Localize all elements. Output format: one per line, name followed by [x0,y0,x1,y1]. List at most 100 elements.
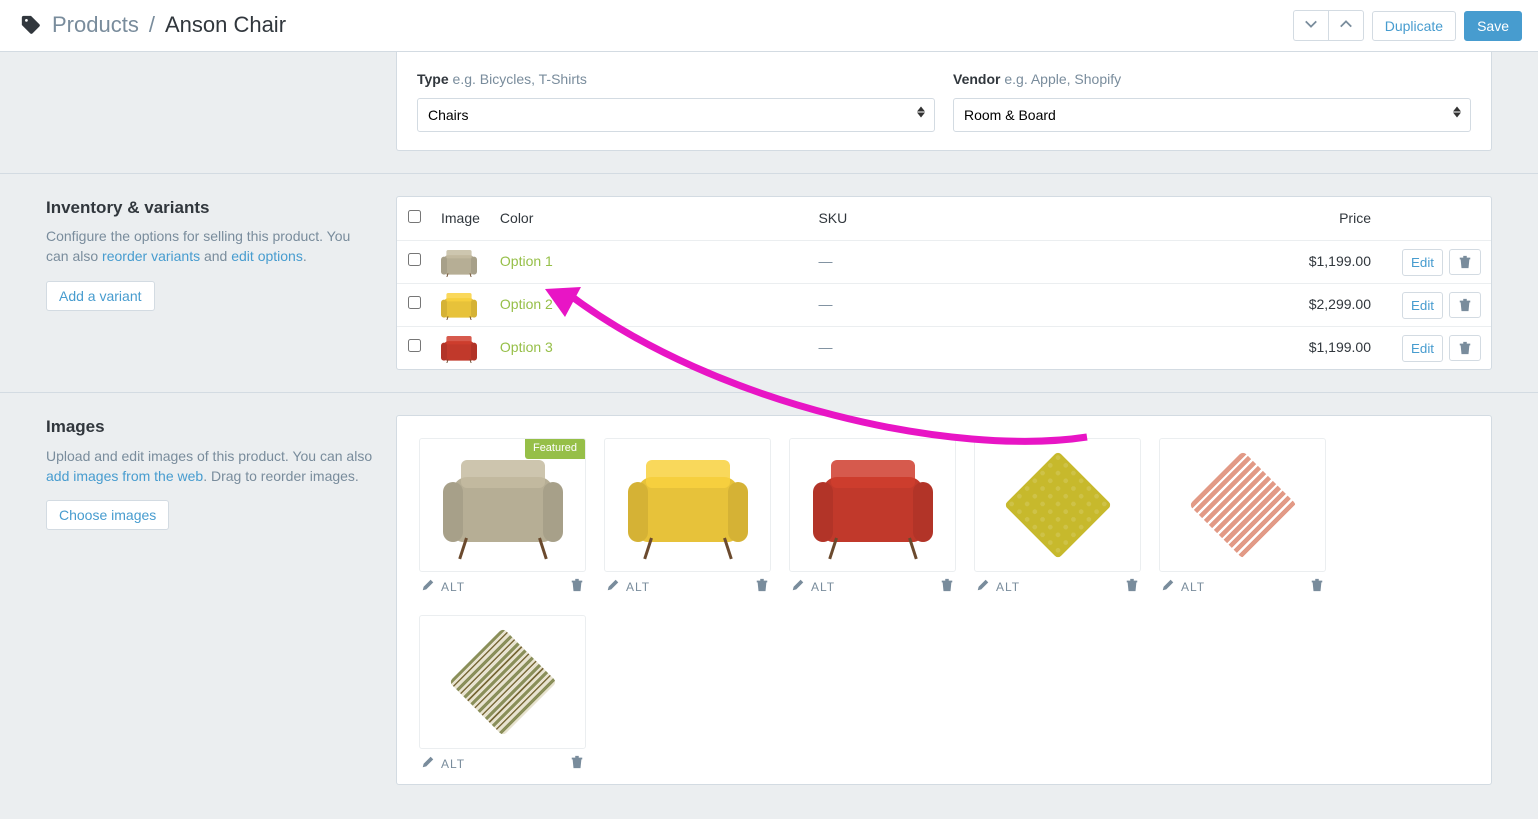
header-actions: Duplicate Save [1293,10,1522,41]
prev-next-nav [1293,10,1364,41]
reorder-variants-link[interactable]: reorder variants [102,248,200,264]
image-footer: ALT [419,749,586,774]
trash-icon [1310,578,1324,592]
select-all-checkbox[interactable] [408,210,421,223]
edit-alt-button[interactable] [421,755,435,774]
trash-icon [1458,298,1472,312]
alt-label[interactable]: ALT [441,756,465,773]
alt-label[interactable]: ALT [1181,579,1205,596]
add-images-web-link[interactable]: add images from the web [46,468,203,484]
edit-variant-button[interactable]: Edit [1402,249,1443,276]
product-image[interactable] [604,438,771,572]
image-footer: ALT [604,572,771,597]
variant-checkbox[interactable] [408,339,421,352]
product-image-card[interactable]: Featured ALT [419,438,586,597]
product-image[interactable] [419,615,586,749]
variant-row: Option 1 — $1,199.00 Edit [397,241,1491,284]
trash-icon [570,578,584,592]
trash-icon [940,578,954,592]
page-title: Anson Chair [165,10,286,41]
delete-image-button[interactable] [570,578,584,597]
variants-description: Configure the options for selling this p… [46,227,376,266]
vendor-select-wrap: Room & Board [953,98,1471,132]
edit-variant-button[interactable]: Edit [1402,292,1443,319]
delete-image-button[interactable] [1125,578,1139,597]
col-option: Color [490,197,809,241]
delete-image-button[interactable] [1310,578,1324,597]
col-image: Image [431,197,490,241]
variant-price: $2,299.00 [1022,284,1381,327]
variant-price: $1,199.00 [1022,241,1381,284]
trash-icon [1458,341,1472,355]
product-image[interactable] [789,438,956,572]
next-product-button[interactable] [1293,10,1328,41]
product-image-card[interactable]: ALT [789,438,956,597]
add-variant-button[interactable]: Add a variant [46,281,155,311]
delete-image-button[interactable] [570,755,584,774]
product-image-card[interactable]: ALT [604,438,771,597]
delete-image-button[interactable] [940,578,954,597]
variant-thumbnail[interactable] [441,333,477,363]
trash-icon [570,755,584,769]
edit-options-link[interactable]: edit options [231,248,303,264]
col-sku: SKU [808,197,1021,241]
variant-checkbox[interactable] [408,253,421,266]
images-heading: Images [46,415,376,439]
product-image-card[interactable]: ALT [1159,438,1326,597]
variant-row: Option 3 — $1,199.00 Edit [397,327,1491,370]
variant-sku: — [818,296,832,312]
type-select[interactable]: Chairs [417,98,935,132]
variant-checkbox[interactable] [408,296,421,309]
prev-product-button[interactable] [1328,10,1364,41]
variant-row: Option 2 — $2,299.00 Edit [397,284,1491,327]
edit-alt-button[interactable] [1161,578,1175,597]
image-footer: ALT [789,572,956,597]
chevron-down-icon [1304,17,1318,31]
variant-option-link[interactable]: Option 1 [500,253,553,269]
product-image[interactable] [1159,438,1326,572]
image-footer: ALT [419,572,586,597]
choose-images-button[interactable]: Choose images [46,500,169,530]
product-image-card[interactable]: ALT [974,438,1141,597]
alt-label[interactable]: ALT [626,579,650,596]
image-footer: ALT [974,572,1141,597]
delete-variant-button[interactable] [1449,292,1481,318]
variant-option-link[interactable]: Option 2 [500,296,553,312]
alt-label[interactable]: ALT [811,579,835,596]
pencil-icon [421,578,435,592]
col-price: Price [1022,197,1381,241]
edit-alt-button[interactable] [421,578,435,597]
alt-label[interactable]: ALT [996,579,1020,596]
pencil-icon [791,578,805,592]
product-image[interactable] [974,438,1141,572]
breadcrumb-separator: / [149,10,155,41]
edit-variant-button[interactable]: Edit [1402,335,1443,362]
duplicate-button[interactable]: Duplicate [1372,11,1456,41]
image-footer: ALT [1159,572,1326,597]
variants-heading: Inventory & variants [46,196,376,220]
variant-thumbnail[interactable] [441,247,477,277]
pencil-icon [606,578,620,592]
pencil-icon [976,578,990,592]
type-select-wrap: Chairs [417,98,935,132]
delete-variant-button[interactable] [1449,249,1481,275]
edit-alt-button[interactable] [791,578,805,597]
edit-alt-button[interactable] [976,578,990,597]
product-image-card[interactable]: ALT [419,615,586,774]
trash-icon [1458,255,1472,269]
pencil-icon [421,755,435,769]
variant-sku: — [818,253,832,269]
variant-option-link[interactable]: Option 3 [500,339,553,355]
breadcrumb-products-link[interactable]: Products [52,10,139,41]
trash-icon [755,578,769,592]
edit-alt-button[interactable] [606,578,620,597]
images-description: Upload and edit images of this product. … [46,447,376,486]
alt-label[interactable]: ALT [441,579,465,596]
delete-image-button[interactable] [755,578,769,597]
delete-variant-button[interactable] [1449,335,1481,361]
product-image[interactable]: Featured [419,438,586,572]
vendor-select[interactable]: Room & Board [953,98,1471,132]
chevron-up-icon [1339,17,1353,31]
variant-thumbnail[interactable] [441,290,477,320]
save-button[interactable]: Save [1464,11,1522,41]
